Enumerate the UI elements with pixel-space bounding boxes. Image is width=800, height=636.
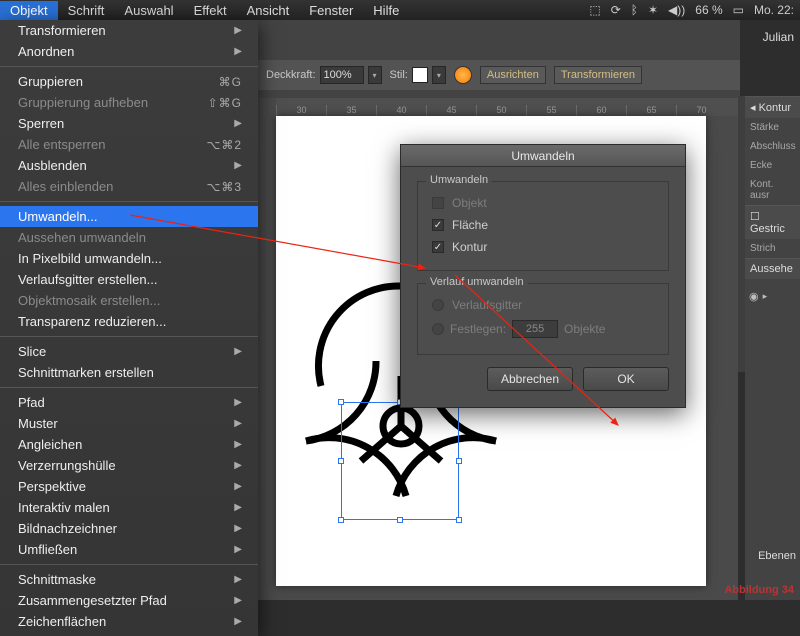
panel-kontausr: Kont. ausr bbox=[745, 175, 800, 205]
menu-item-alles-einblenden: Alles einblenden⌥⌘3 bbox=[0, 176, 258, 197]
menu-schrift[interactable]: Schrift bbox=[58, 1, 115, 20]
menu-item-umwandeln-[interactable]: Umwandeln... bbox=[0, 206, 258, 227]
document-bar: Deckkraft: ▾ Stil: ▾ Ausrichten Transfor… bbox=[258, 20, 740, 98]
menu-item-gruppierung-aufheben: Gruppierung aufheben⇧⌘G bbox=[0, 92, 258, 113]
panel-gestric: ☐ Gestric bbox=[745, 205, 800, 239]
panel-kontur-header[interactable]: ◂ Kontur bbox=[745, 96, 800, 118]
menu-ansicht[interactable]: Ansicht bbox=[237, 1, 300, 20]
dialog-title: Umwandeln bbox=[401, 145, 685, 167]
menu-effekt[interactable]: Effekt bbox=[184, 1, 237, 20]
status-area: ⬚ ⟳ ᛒ ✶ ◀)) 66 % ▭ Mo. 22: bbox=[589, 3, 800, 17]
panel-abschluss: Abschluss bbox=[745, 137, 800, 156]
check-kontur[interactable]: ✓Kontur bbox=[430, 236, 656, 258]
menu-item-angleichen[interactable]: Angleichen▶ bbox=[0, 434, 258, 455]
menu-item-zeichenfl-chen[interactable]: Zeichenflächen▶ bbox=[0, 611, 258, 632]
menu-item-verzerrungsh-lle[interactable]: Verzerrungshülle▶ bbox=[0, 455, 258, 476]
menu-item-schnittmaske[interactable]: Schnittmaske▶ bbox=[0, 569, 258, 590]
ok-button[interactable]: OK bbox=[583, 367, 669, 391]
group-umwandeln: Umwandeln Objekt ✓Fläche ✓Kontur bbox=[417, 181, 669, 271]
umwandeln-dialog: Umwandeln Umwandeln Objekt ✓Fläche ✓Kont… bbox=[400, 144, 686, 408]
style-label: Stil: bbox=[390, 69, 408, 81]
layers-label[interactable]: Ebenen bbox=[758, 550, 796, 562]
dropbox-icon: ⬚ bbox=[589, 3, 600, 17]
panel-strich: Strich bbox=[745, 239, 800, 258]
style-swatch[interactable] bbox=[412, 67, 428, 83]
cancel-button[interactable]: Abbrechen bbox=[487, 367, 573, 391]
festlegen-input bbox=[512, 320, 558, 338]
ruler-horizontal: 303540455055606570 bbox=[276, 98, 738, 116]
opacity-dropdown-icon[interactable]: ▾ bbox=[368, 66, 382, 84]
selection-box[interactable] bbox=[341, 402, 459, 520]
objekt-dropdown: Transformieren▶Anordnen▶ Gruppieren⌘GGrup… bbox=[0, 20, 258, 636]
panel-staerke: Stärke bbox=[745, 118, 800, 137]
sync-icon: ⟳ bbox=[611, 3, 621, 17]
panel-ecken: Ecke bbox=[745, 156, 800, 175]
user-name: Julian bbox=[763, 30, 794, 44]
menu-item-muster[interactable]: Muster▶ bbox=[0, 413, 258, 434]
menu-item-ausblenden[interactable]: Ausblenden▶ bbox=[0, 155, 258, 176]
figure-caption: Abbildung 34 bbox=[724, 584, 794, 596]
menu-item-perspektive[interactable]: Perspektive▶ bbox=[0, 476, 258, 497]
menu-item-slice[interactable]: Slice▶ bbox=[0, 341, 258, 362]
clock-text: Mo. 22: bbox=[754, 3, 794, 17]
menu-fenster[interactable]: Fenster bbox=[299, 1, 363, 20]
menu-item-aussehen-umwandeln: Aussehen umwandeln bbox=[0, 227, 258, 248]
menu-item-gruppieren[interactable]: Gruppieren⌘G bbox=[0, 71, 258, 92]
check-flaeche[interactable]: ✓Fläche bbox=[430, 214, 656, 236]
transform-button[interactable]: Transformieren bbox=[554, 66, 642, 84]
radio-festlegen: Festlegen: Objekte bbox=[430, 316, 656, 342]
menu-item-anordnen[interactable]: Anordnen▶ bbox=[0, 41, 258, 62]
radio-verlaufsgitter: Verlaufsgitter bbox=[430, 294, 656, 316]
battery-text: 66 % bbox=[695, 3, 722, 17]
group-verlauf: Verlauf umwandeln Verlaufsgitter Festleg… bbox=[417, 283, 669, 355]
align-button[interactable]: Ausrichten bbox=[480, 66, 546, 84]
menu-item-bildnachzeichner[interactable]: Bildnachzeichner▶ bbox=[0, 518, 258, 539]
volume-icon: ◀)) bbox=[668, 3, 685, 17]
group-umwandeln-label: Umwandeln bbox=[426, 174, 492, 186]
menu-auswahl[interactable]: Auswahl bbox=[114, 1, 183, 20]
menubar: Objekt Schrift Auswahl Effekt Ansicht Fe… bbox=[0, 0, 800, 20]
menu-objekt[interactable]: Objekt bbox=[0, 1, 58, 20]
menu-item-pfad[interactable]: Pfad▶ bbox=[0, 392, 258, 413]
eye-icon[interactable]: ◉ bbox=[749, 290, 759, 303]
menu-item-transparenz-reduzieren-[interactable]: Transparenz reduzieren... bbox=[0, 311, 258, 332]
menu-item-schnittmarken-erstellen[interactable]: Schnittmarken erstellen bbox=[0, 362, 258, 383]
panel-aussehen-header[interactable]: Aussehe bbox=[745, 258, 800, 279]
target-icon[interactable]: ▸ bbox=[763, 291, 768, 302]
wifi-icon: ✶ bbox=[648, 3, 658, 17]
options-bar: Deckkraft: ▾ Stil: ▾ Ausrichten Transfor… bbox=[258, 60, 740, 90]
menu-item-zusammengesetzter-pfad[interactable]: Zusammengesetzter Pfad▶ bbox=[0, 590, 258, 611]
menu-item-objektmosaik-erstellen-: Objektmosaik erstellen... bbox=[0, 290, 258, 311]
menu-item-umflie-en[interactable]: Umfließen▶ bbox=[0, 539, 258, 560]
menu-hilfe[interactable]: Hilfe bbox=[363, 1, 409, 20]
menu-item-alle-entsperren: Alle entsperren⌥⌘2 bbox=[0, 134, 258, 155]
menu-item-in-pixelbild-umwandeln-[interactable]: In Pixelbild umwandeln... bbox=[0, 248, 258, 269]
battery-icon: ▭ bbox=[733, 3, 744, 17]
style-dropdown-icon[interactable]: ▾ bbox=[432, 66, 446, 84]
menu-item-verlaufsgitter-erstellen-[interactable]: Verlaufsgitter erstellen... bbox=[0, 269, 258, 290]
menu-item-sperren[interactable]: Sperren▶ bbox=[0, 113, 258, 134]
opacity-input[interactable] bbox=[320, 66, 364, 84]
group-verlauf-label: Verlauf umwandeln bbox=[426, 276, 528, 288]
menu-item-transformieren[interactable]: Transformieren▶ bbox=[0, 20, 258, 41]
check-objekt: Objekt bbox=[430, 192, 656, 214]
right-panel: ◂ Kontur Stärke Abschluss Ecke Kont. aus… bbox=[745, 96, 800, 600]
opacity-label: Deckkraft: bbox=[266, 69, 316, 81]
bluetooth-icon: ᛒ bbox=[631, 3, 638, 17]
menu-item-interaktiv-malen[interactable]: Interaktiv malen▶ bbox=[0, 497, 258, 518]
recolor-icon[interactable] bbox=[454, 66, 472, 84]
